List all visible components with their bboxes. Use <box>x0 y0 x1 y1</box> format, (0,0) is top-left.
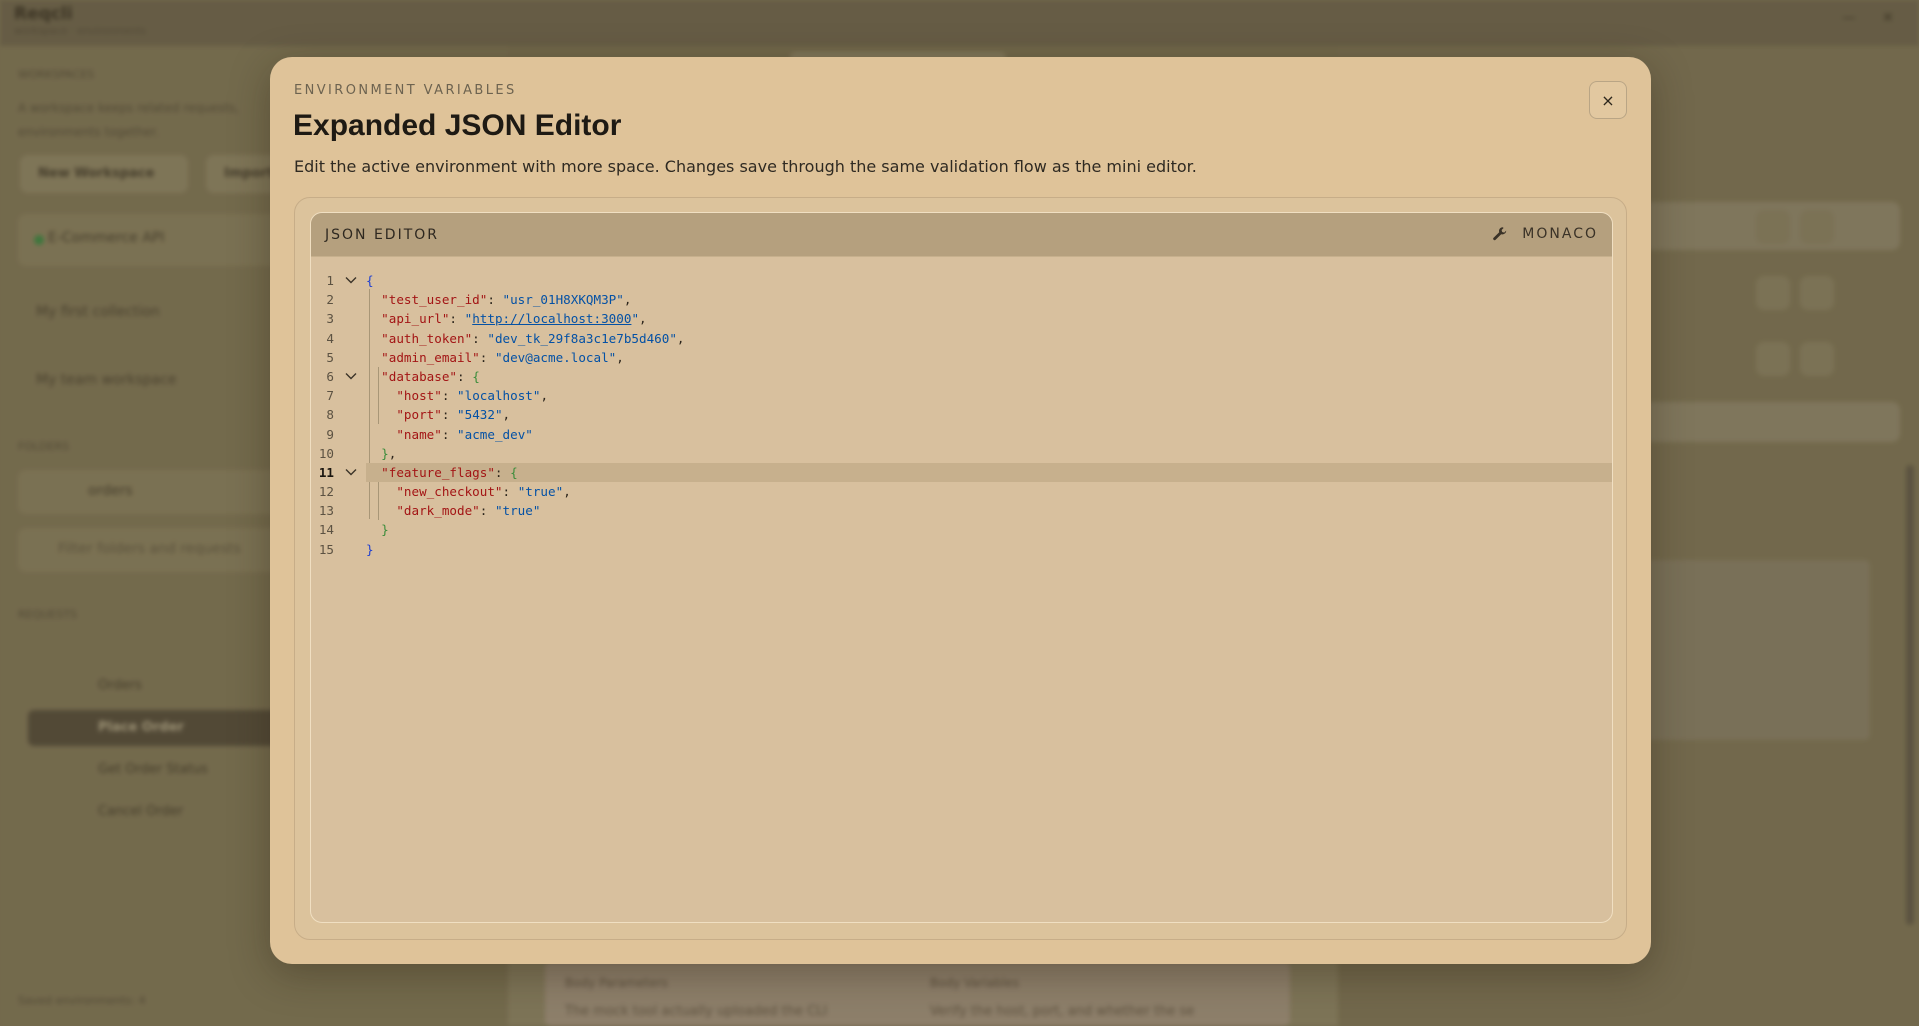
line-number: 14 <box>318 522 334 538</box>
code-line[interactable]: 5 "admin_email": "dev@acme.local", <box>311 348 1612 367</box>
modal-eyebrow: ENVIRONMENT VARIABLES <box>294 83 517 98</box>
line-text[interactable]: "port": "5432", <box>366 405 1612 424</box>
code-line[interactable]: 9 "name": "acme_dev" <box>311 425 1612 444</box>
modal-title: Expanded JSON Editor <box>293 109 622 142</box>
line-text[interactable]: } <box>366 540 1612 559</box>
line-number: 9 <box>326 426 334 442</box>
fold-chevron-icon[interactable] <box>344 369 358 383</box>
line-text[interactable]: "feature_flags": { <box>366 462 1612 483</box>
line-number: 4 <box>326 330 334 346</box>
line-number: 1 <box>326 273 334 288</box>
code-line[interactable]: 12 "new_checkout": "true", <box>311 482 1612 501</box>
json-editor[interactable]: JSON EDITOR MONACO 1{2 "test_user_id": "… <box>310 212 1613 923</box>
code-line[interactable]: 8 "port": "5432", <box>311 405 1612 424</box>
editor-header: JSON EDITOR MONACO <box>311 213 1612 257</box>
line-number: 8 <box>326 407 334 423</box>
line-text[interactable]: { <box>366 271 1612 290</box>
editor-engine-label: MONACO <box>1522 226 1598 242</box>
code-line[interactable]: 2 "test_user_id": "usr_01H8XKQM3P", <box>311 290 1612 309</box>
code-line[interactable]: 6 "database": { <box>311 367 1612 386</box>
line-text[interactable]: "api_url": "http://localhost:3000", <box>366 309 1612 328</box>
line-text[interactable]: "auth_token": "dev_tk_29f8a3c1e7b5d460", <box>366 329 1612 348</box>
line-number: 6 <box>326 368 334 384</box>
line-text[interactable]: "test_user_id": "usr_01H8XKQM3P", <box>366 290 1612 309</box>
editor-container: JSON EDITOR MONACO 1{2 "test_user_id": "… <box>294 197 1627 940</box>
code-line[interactable]: 13 "dark_mode": "true" <box>311 501 1612 520</box>
fold-chevron-icon[interactable] <box>344 273 358 287</box>
code-line[interactable]: 14 } <box>311 520 1612 539</box>
line-number: 12 <box>318 484 334 500</box>
line-number: 11 <box>318 464 334 480</box>
code-line[interactable]: 3 "api_url": "http://localhost:3000", <box>311 309 1612 328</box>
code-line[interactable]: 10 }, <box>311 444 1612 463</box>
line-number: 3 <box>326 311 334 327</box>
line-number: 5 <box>326 349 334 365</box>
code-line[interactable]: 15} <box>311 540 1612 559</box>
line-number: 13 <box>318 503 334 519</box>
line-number: 15 <box>318 541 334 557</box>
modal-description: Edit the active environment with more sp… <box>294 157 1197 176</box>
line-number: 7 <box>326 388 334 404</box>
fold-chevron-icon[interactable] <box>344 465 358 479</box>
code-line[interactable]: 1{ <box>311 271 1612 290</box>
editor-label: JSON EDITOR <box>325 227 440 243</box>
line-text[interactable]: } <box>366 520 1612 539</box>
close-button[interactable]: × <box>1589 81 1627 119</box>
line-text[interactable]: "dark_mode": "true" <box>366 501 1612 520</box>
line-number: 2 <box>326 292 334 308</box>
line-text[interactable]: "host": "localhost", <box>366 386 1612 405</box>
line-text[interactable]: "database": { <box>366 367 1612 386</box>
line-text[interactable]: "name": "acme_dev" <box>366 425 1612 444</box>
line-text[interactable]: "new_checkout": "true", <box>366 482 1612 501</box>
line-text[interactable]: }, <box>366 444 1612 463</box>
expanded-json-editor-modal: ENVIRONMENT VARIABLES Expanded JSON Edit… <box>270 57 1651 964</box>
line-number: 10 <box>318 445 334 461</box>
line-text[interactable]: "admin_email": "dev@acme.local", <box>366 348 1612 367</box>
code-line[interactable]: 11 "feature_flags": { <box>311 462 1612 483</box>
code-area[interactable]: 1{2 "test_user_id": "usr_01H8XKQM3P", 3 "… <box>311 271 1612 911</box>
code-line[interactable]: 7 "host": "localhost", <box>311 386 1612 405</box>
close-icon: × <box>1601 90 1615 110</box>
wrench-icon <box>1493 227 1507 241</box>
code-line[interactable]: 4 "auth_token": "dev_tk_29f8a3c1e7b5d460… <box>311 329 1612 348</box>
